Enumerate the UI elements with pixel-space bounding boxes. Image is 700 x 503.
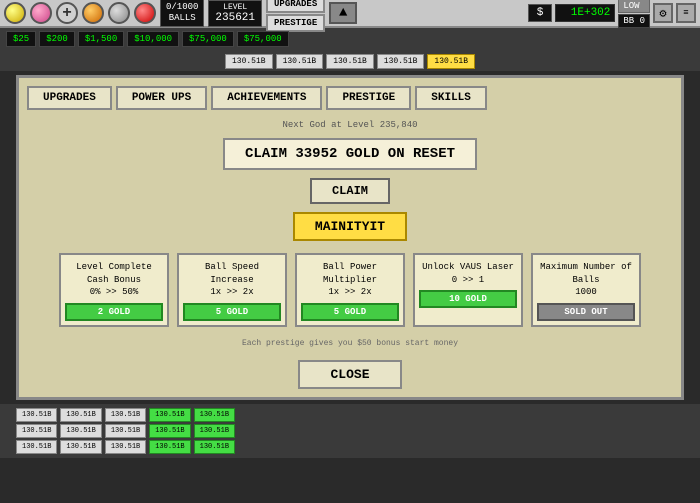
upgrade-card-0: Level Complete Cash Bonus0% >> 50% 2 GOL…	[59, 253, 169, 327]
bottom-tab-1-3[interactable]: 130.51B	[149, 424, 190, 438]
top-tab-3[interactable]: 130.51B	[377, 54, 425, 69]
bottom-tab-2-4[interactable]: 130.51B	[194, 440, 235, 454]
bottom-tab-1-1[interactable]: 130.51B	[60, 424, 101, 438]
top-tab-4[interactable]: 130.51B	[427, 54, 475, 69]
bottom-tab-2-3[interactable]: 130.51B	[149, 440, 190, 454]
bottom-row-2: 130.51B 130.51B 130.51B 130.51B 130.51B	[16, 440, 684, 454]
top-bar: + 0/1000 BALLS LEVEL 235621 UPGRADES PRE…	[0, 0, 700, 28]
tab-skills[interactable]: SKILLS	[415, 86, 487, 110]
upgrade-card-3-text: Unlock VAUS Laser0 >> 1	[422, 261, 514, 286]
tab-prestige[interactable]: PRESTIGE	[326, 86, 411, 110]
bottom-tab-0-2[interactable]: 130.51B	[105, 408, 146, 422]
upgrade-card-4-soldout: SOLD OUT	[537, 303, 635, 321]
arrow-btn[interactable]: ▲	[329, 2, 357, 24]
bottom-tab-1-0[interactable]: 130.51B	[16, 424, 57, 438]
ball-yellow[interactable]	[4, 2, 26, 24]
tab-achievements[interactable]: ACHIEVEMENTS	[211, 86, 322, 110]
top-tab-1[interactable]: 130.51B	[276, 54, 324, 69]
claim-button[interactable]: CLAIM	[310, 178, 390, 204]
cost-75000b[interactable]: $75,000	[237, 31, 289, 47]
level-box: LEVEL 235621	[208, 0, 262, 27]
upgrade-card-1-text: Ball Speed Increase1x >> 2x	[183, 261, 281, 299]
bottom-area: 130.51B 130.51B 130.51B 130.51B 130.51B …	[0, 404, 700, 458]
ball-orange[interactable]	[82, 2, 104, 24]
cost-25[interactable]: $25	[6, 31, 36, 47]
ball-red[interactable]	[134, 2, 156, 24]
bottom-tab-0-3[interactable]: 130.51B	[149, 408, 190, 422]
upgrade-card-0-btn[interactable]: 2 GOLD	[65, 303, 163, 321]
bottom-row-0: 130.51B 130.51B 130.51B 130.51B 130.51B	[16, 408, 684, 422]
main-panel: UPGRADES POWER UPS ACHIEVEMENTS PRESTIGE…	[16, 75, 684, 400]
mainityit-button[interactable]: MAINITYIT	[293, 212, 407, 241]
ball-gray[interactable]	[108, 2, 130, 24]
upgrades-btn[interactable]: UPGRADES	[266, 0, 325, 13]
cost-10000[interactable]: $10,000	[127, 31, 179, 47]
cost-75000a[interactable]: $75,000	[182, 31, 234, 47]
upgrade-card-4-text: Maximum Number of Balls1000	[537, 261, 635, 299]
top-tab-bar: 130.51B 130.51B 130.51B 130.51B 130.51B	[0, 50, 700, 71]
bb-box: BB 0	[618, 14, 650, 28]
upgrade-card-0-text: Level Complete Cash Bonus0% >> 50%	[65, 261, 163, 299]
bottom-tab-2-0[interactable]: 130.51B	[16, 440, 57, 454]
nav-tabs: UPGRADES POWER UPS ACHIEVEMENTS PRESTIGE…	[27, 86, 673, 110]
upgrade-card-3: Unlock VAUS Laser0 >> 1 10 GOLD	[413, 253, 523, 327]
next-god-label: Next God at Level 235,840	[282, 120, 417, 130]
bottom-tab-0-0[interactable]: 130.51B	[16, 408, 57, 422]
prestige-content: Next God at Level 235,840 CLAIM 33952 GO…	[27, 120, 673, 389]
gear-btn[interactable]: ⚙	[653, 3, 673, 23]
prestige-note: Each prestige gives you $50 bonus start …	[242, 339, 458, 348]
money-display: 1E+302	[555, 4, 615, 22]
ball-pink[interactable]	[30, 2, 52, 24]
prestige-btn[interactable]: PRESTIGE	[266, 14, 325, 32]
cost-bar: $25 $200 $1,500 $10,000 $75,000 $75,000	[0, 28, 700, 50]
cost-1500[interactable]: $1,500	[78, 31, 124, 47]
low-badge: LOW	[618, 0, 650, 13]
balls-counter: 0/1000 BALLS	[160, 0, 204, 27]
upgrade-card-2: Ball Power Multiplier1x >> 2x 5 GOLD	[295, 253, 405, 327]
upgrade-cards: Level Complete Cash Bonus0% >> 50% 2 GOL…	[59, 253, 641, 327]
top-tab-2[interactable]: 130.51B	[326, 54, 374, 69]
cost-200[interactable]: $200	[39, 31, 75, 47]
bottom-tab-2-2[interactable]: 130.51B	[105, 440, 146, 454]
dollar-sign: $	[528, 4, 553, 22]
bottom-tab-0-1[interactable]: 130.51B	[60, 408, 101, 422]
upgrade-card-1: Ball Speed Increase1x >> 2x 5 GOLD	[177, 253, 287, 327]
bottom-tab-1-4[interactable]: 130.51B	[194, 424, 235, 438]
upgrade-card-1-btn[interactable]: 5 GOLD	[183, 303, 281, 321]
claim-text: CLAIM 33952 GOLD ON RESET	[223, 138, 477, 170]
bottom-tab-0-4[interactable]: 130.51B	[194, 408, 235, 422]
tab-upgrades[interactable]: UPGRADES	[27, 86, 112, 110]
top-tab-0[interactable]: 130.51B	[225, 54, 273, 69]
bottom-row-1: 130.51B 130.51B 130.51B 130.51B 130.51B	[16, 424, 684, 438]
upgrade-card-2-text: Ball Power Multiplier1x >> 2x	[301, 261, 399, 299]
bottom-tab-1-2[interactable]: 130.51B	[105, 424, 146, 438]
settings-btn[interactable]: ≡	[676, 3, 696, 23]
close-button[interactable]: CLOSE	[298, 360, 401, 389]
ball-add[interactable]: +	[56, 2, 78, 24]
tab-powerups[interactable]: POWER UPS	[116, 86, 207, 110]
upgrade-card-4: Maximum Number of Balls1000 SOLD OUT	[531, 253, 641, 327]
upgrade-card-2-btn[interactable]: 5 GOLD	[301, 303, 399, 321]
bottom-tab-2-1[interactable]: 130.51B	[60, 440, 101, 454]
upgrade-card-3-btn[interactable]: 10 GOLD	[419, 290, 517, 308]
